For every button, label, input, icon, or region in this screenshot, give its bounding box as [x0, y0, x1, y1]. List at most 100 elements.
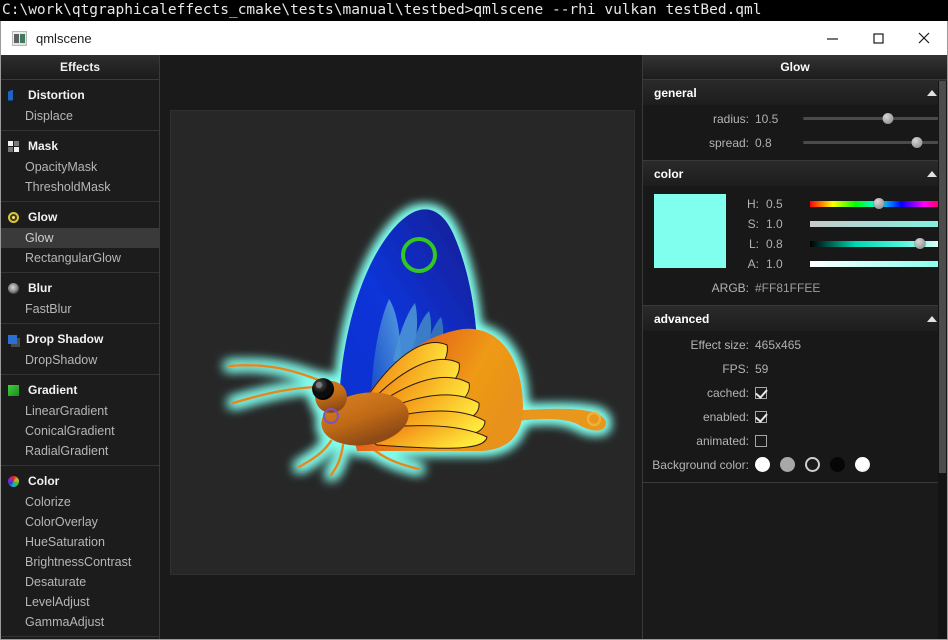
- channel-row-alpha: A: 1.0: [734, 254, 947, 273]
- channel-label-alpha: A:: [747, 256, 759, 271]
- row-animated: animated:: [643, 430, 947, 451]
- group-title-distortion: Distortion: [28, 88, 85, 102]
- section-header-advanced[interactable]: advanced: [643, 306, 947, 331]
- group-header-blur[interactable]: Blur: [1, 277, 159, 299]
- sidebar-item-rectangularglow[interactable]: RectangularGlow: [1, 248, 159, 268]
- sidebar-header: Effects: [1, 55, 159, 80]
- sidebar-item-brightnesscontrast[interactable]: BrightnessContrast: [1, 552, 159, 572]
- minimize-button[interactable]: [809, 21, 855, 55]
- group-title-blur: Blur: [28, 281, 52, 295]
- bg-swatch-black[interactable]: [830, 457, 845, 472]
- sidebar-item-lineargradient[interactable]: LinearGradient: [1, 401, 159, 421]
- caret-up-icon[interactable]: [927, 89, 937, 96]
- effect-inspector-panel[interactable]: Glow general radius: 10.5 spread: 0.8 co…: [642, 55, 947, 639]
- group-header-color[interactable]: Color: [1, 470, 159, 492]
- effect-group-distortion: Distortion Displace: [1, 84, 159, 131]
- argb-label: ARGB:: [711, 281, 749, 295]
- sidebar-item-radialgradient[interactable]: RadialGradient: [1, 441, 159, 461]
- glow-icon: [8, 211, 19, 223]
- effect-group-mask: Mask OpacityMask ThresholdMask: [1, 135, 159, 202]
- color-preview-swatch[interactable]: [654, 194, 726, 268]
- param-slider-radius[interactable]: [803, 112, 940, 125]
- section-header-general[interactable]: general: [643, 80, 947, 105]
- maximize-button[interactable]: [855, 21, 901, 55]
- value-fps: 59: [755, 361, 769, 376]
- section-title-general: general: [654, 85, 697, 100]
- gradient-icon: [8, 384, 19, 396]
- param-label-spread: spread:: [708, 135, 749, 150]
- channel-value-lightness: 0.8: [766, 236, 783, 251]
- window-title: qmlscene: [36, 30, 92, 46]
- channel-slider-alpha[interactable]: [810, 257, 947, 270]
- sidebar-item-opacitymask[interactable]: OpacityMask: [1, 157, 159, 177]
- checkbox-animated[interactable]: [755, 434, 767, 447]
- terminal-command-line: C:\work\qtgraphicaleffects_cmake\tests\m…: [0, 0, 948, 21]
- group-title-glow: Glow: [28, 210, 58, 224]
- section-title-advanced: advanced: [654, 311, 710, 326]
- caret-up-icon[interactable]: [927, 170, 937, 177]
- section-advanced: advanced Effect size: 465x465 FPS: 59 ca…: [643, 306, 947, 483]
- sidebar-item-displace[interactable]: Displace: [1, 106, 159, 126]
- effect-group-dropshadow: Drop Shadow DropShadow: [1, 328, 159, 375]
- section-title-color: color: [654, 166, 684, 181]
- checkbox-enabled[interactable]: [755, 410, 767, 423]
- distortion-icon: [8, 89, 13, 101]
- color-icon: [8, 475, 19, 487]
- section-color: color H: 0.5 S: 1.0 L: 0.8 A: 1.0 ARGB: …: [643, 161, 947, 306]
- mask-icon: [8, 140, 19, 152]
- bg-swatch-light[interactable]: [855, 457, 870, 472]
- sidebar-item-thresholdmask[interactable]: ThresholdMask: [1, 177, 159, 197]
- sidebar-item-dropshadow[interactable]: DropShadow: [1, 350, 159, 370]
- param-row-radius: radius: 10.5: [643, 108, 947, 129]
- sidebar-item-leveladjust[interactable]: LevelAdjust: [1, 592, 159, 612]
- effects-sidebar[interactable]: Effects Distortion Displace Mask Opacity…: [1, 55, 160, 639]
- bg-swatch-gray[interactable]: [780, 457, 795, 472]
- preview-viewport[interactable]: [160, 55, 642, 639]
- dropshadow-icon: [8, 334, 17, 344]
- window-titlebar: qmlscene: [1, 21, 947, 55]
- inspector-scrollbar[interactable]: [938, 81, 947, 639]
- sidebar-item-colorize[interactable]: Colorize: [1, 492, 159, 512]
- sidebar-item-huesaturation[interactable]: HueSaturation: [1, 532, 159, 552]
- group-header-mask[interactable]: Mask: [1, 135, 159, 157]
- bg-swatch-white[interactable]: [755, 457, 770, 472]
- group-header-distortion[interactable]: Distortion: [1, 84, 159, 106]
- sidebar-item-fastblur[interactable]: FastBlur: [1, 299, 159, 319]
- param-slider-spread[interactable]: [803, 136, 940, 149]
- sidebar-item-desaturate[interactable]: Desaturate: [1, 572, 159, 592]
- sidebar-item-glow[interactable]: Glow: [1, 228, 159, 248]
- application-window: qmlscene Effects Distortion Displace Mas…: [0, 21, 948, 640]
- effect-group-blur: Blur FastBlur: [1, 277, 159, 324]
- channel-slider-lightness[interactable]: [810, 237, 947, 250]
- channel-slider-saturation[interactable]: [810, 217, 947, 230]
- channel-value-hue: 0.5: [766, 196, 783, 211]
- section-header-color[interactable]: color: [643, 161, 947, 186]
- argb-value[interactable]: #FF81FFEE: [755, 281, 820, 295]
- checkbox-cached[interactable]: [755, 386, 767, 399]
- sidebar-item-conicalgradient[interactable]: ConicalGradient: [1, 421, 159, 441]
- channel-row-hue: H: 0.5: [734, 194, 947, 213]
- channel-slider-hue[interactable]: [810, 197, 947, 210]
- effect-group-glow: Glow Glow RectangularGlow: [1, 206, 159, 273]
- group-header-gradient[interactable]: Gradient: [1, 379, 159, 401]
- bg-swatch-selected-dark[interactable]: [805, 457, 820, 472]
- label-effect-size: Effect size:: [690, 337, 749, 352]
- inspector-scrollbar-thumb[interactable]: [939, 81, 946, 473]
- label-background-color: Background color:: [652, 457, 749, 472]
- group-header-dropshadow[interactable]: Drop Shadow: [1, 328, 159, 350]
- param-row-spread: spread: 0.8: [643, 132, 947, 153]
- sidebar-item-coloroverlay[interactable]: ColorOverlay: [1, 512, 159, 532]
- background-color-swatches: [755, 457, 870, 472]
- group-title-mask: Mask: [28, 139, 59, 153]
- effect-group-gradient: Gradient LinearGradient ConicalGradient …: [1, 379, 159, 466]
- channel-row-lightness: L: 0.8: [734, 234, 947, 253]
- caret-up-icon[interactable]: [927, 315, 937, 322]
- group-header-glow[interactable]: Glow: [1, 206, 159, 228]
- label-enabled: enabled:: [702, 409, 749, 424]
- param-value-spread: 0.8: [755, 135, 772, 150]
- sidebar-item-gammaadjust[interactable]: GammaAdjust: [1, 612, 159, 632]
- row-fps: FPS: 59: [643, 358, 947, 379]
- close-button[interactable]: [901, 21, 947, 55]
- channel-label-hue: H:: [747, 196, 759, 211]
- effect-group-color: Color Colorize ColorOverlay HueSaturatio…: [1, 470, 159, 637]
